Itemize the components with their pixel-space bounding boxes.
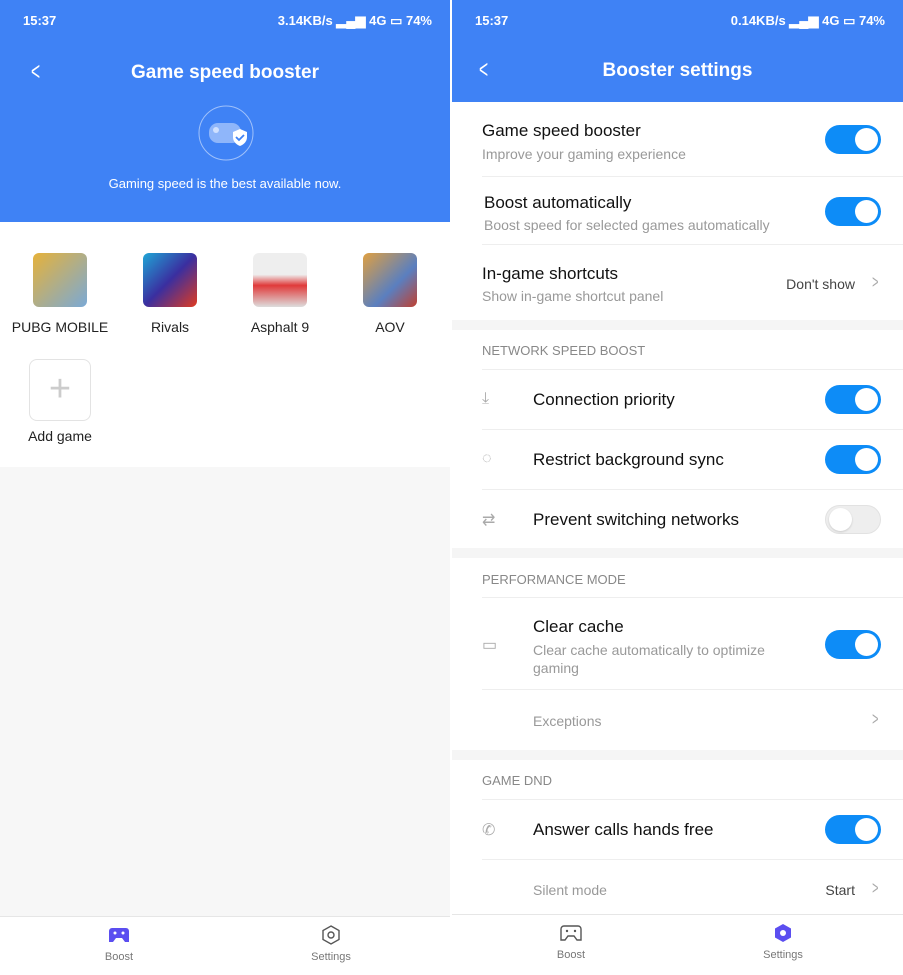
status-bar: 15:37 3.14KB/s ▂▄▆ 4G ▭ 74% [23,13,432,28]
setting-answer-calls[interactable]: ✆ Answer calls hands free [482,800,903,860]
chevron-right-icon: > [872,272,879,292]
game-list: PUBG MOBILE Rivals Asphalt 9 AOV + Add g… [0,222,450,467]
network-type: 4G [369,13,387,28]
settings-screen: 15:37 0.14KB/s ▂▄▆ 4G ▭ 74% < Booster se… [452,0,903,975]
setting-exceptions[interactable]: Exceptions > [482,690,903,750]
gear-icon [775,924,791,942]
setting-silent-mode[interactable]: Silent mode Start > [482,860,903,915]
page-title: Game speed booster [131,62,319,83]
status-time: 15:37 [23,13,57,28]
setting-restrict-background-sync[interactable]: ◌ Restrict background sync [482,430,903,490]
status-bar: 15:37 0.14KB/s ▂▄▆ 4G ▭ 74% [475,13,885,28]
nav-settings[interactable]: Settings [733,923,833,961]
storage-icon: ▭ [482,637,498,654]
network-type: 4G [822,13,840,28]
setting-clear-cache[interactable]: ▭ Clear cache Clear cache automatically … [482,598,903,690]
gear-icon [322,925,340,945]
game-icon [33,253,87,307]
toggle-restrict-background-sync[interactable] [825,445,881,474]
setting-connection-priority[interactable]: ⤓ Connection priority [482,370,903,430]
game-item[interactable]: Asphalt 9 [225,253,335,335]
gamepad-icon [560,925,582,941]
boost-screen: 15:37 3.14KB/s ▂▄▆ 4G ▭ 74% < Game speed… [0,0,450,975]
nav-boost[interactable]: Boost [521,923,621,961]
battery: 74% [858,13,885,28]
gamepad-shield-icon [198,105,254,161]
game-item[interactable]: PUBG MOBILE [5,253,115,335]
toggle-boost-automatically[interactable] [825,197,881,226]
game-icon [143,253,197,307]
setting-game-speed-booster[interactable]: Game speed booster Improve your gaming e… [482,102,903,177]
net-speed: 3.14KB/s [277,13,333,28]
chevron-right-icon: > [872,878,879,898]
toggle-game-speed-booster[interactable] [825,125,881,154]
setting-in-game-shortcuts[interactable]: In-game shortcuts Show in-game shortcut … [482,245,903,320]
game-item[interactable]: AOV [335,253,445,335]
chevron-right-icon: > [872,709,879,729]
net-speed: 0.14KB/s [730,13,786,28]
boost-header: 15:37 3.14KB/s ▂▄▆ 4G ▭ 74% < Game speed… [0,0,450,222]
bottom-nav: Boost Settings [0,916,450,975]
sync-icon: ◌ [482,450,492,467]
game-icon [253,253,307,307]
gamepad-icon [109,928,129,942]
game-item[interactable]: Rivals [115,253,225,335]
phone-icon: ✆ [482,822,496,839]
section-header: NETWORK SPEED BOOST [482,343,646,358]
setting-prevent-switching-networks[interactable]: ⇄ Prevent switching networks [482,490,903,548]
game-icon [363,253,417,307]
boost-status: Gaming speed is the best available now. [108,176,342,191]
toggle-connection-priority[interactable] [825,385,881,414]
toggle-clear-cache[interactable] [825,630,881,659]
swap-icon: ⇄ [482,512,496,529]
toggle-answer-calls[interactable] [825,815,881,844]
settings-header: 15:37 0.14KB/s ▂▄▆ 4G ▭ 74% < Booster se… [452,0,903,102]
setting-boost-automatically[interactable]: Boost automatically Boost speed for sele… [482,177,903,245]
add-game-label: Add game [28,428,92,444]
page-title: Booster settings [602,60,753,81]
nav-settings[interactable]: Settings [281,925,381,963]
download-icon: ⤓ [482,390,490,407]
section-header: PERFORMANCE MODE [482,572,626,587]
section-header: GAME DND [482,773,553,788]
bottom-nav: Boost Settings [452,914,903,975]
add-game-button[interactable]: + [29,359,91,421]
battery: 74% [405,13,432,28]
nav-boost[interactable]: Boost [69,925,169,963]
toggle-prevent-switching-networks[interactable] [825,505,881,534]
status-time: 15:37 [475,13,509,28]
